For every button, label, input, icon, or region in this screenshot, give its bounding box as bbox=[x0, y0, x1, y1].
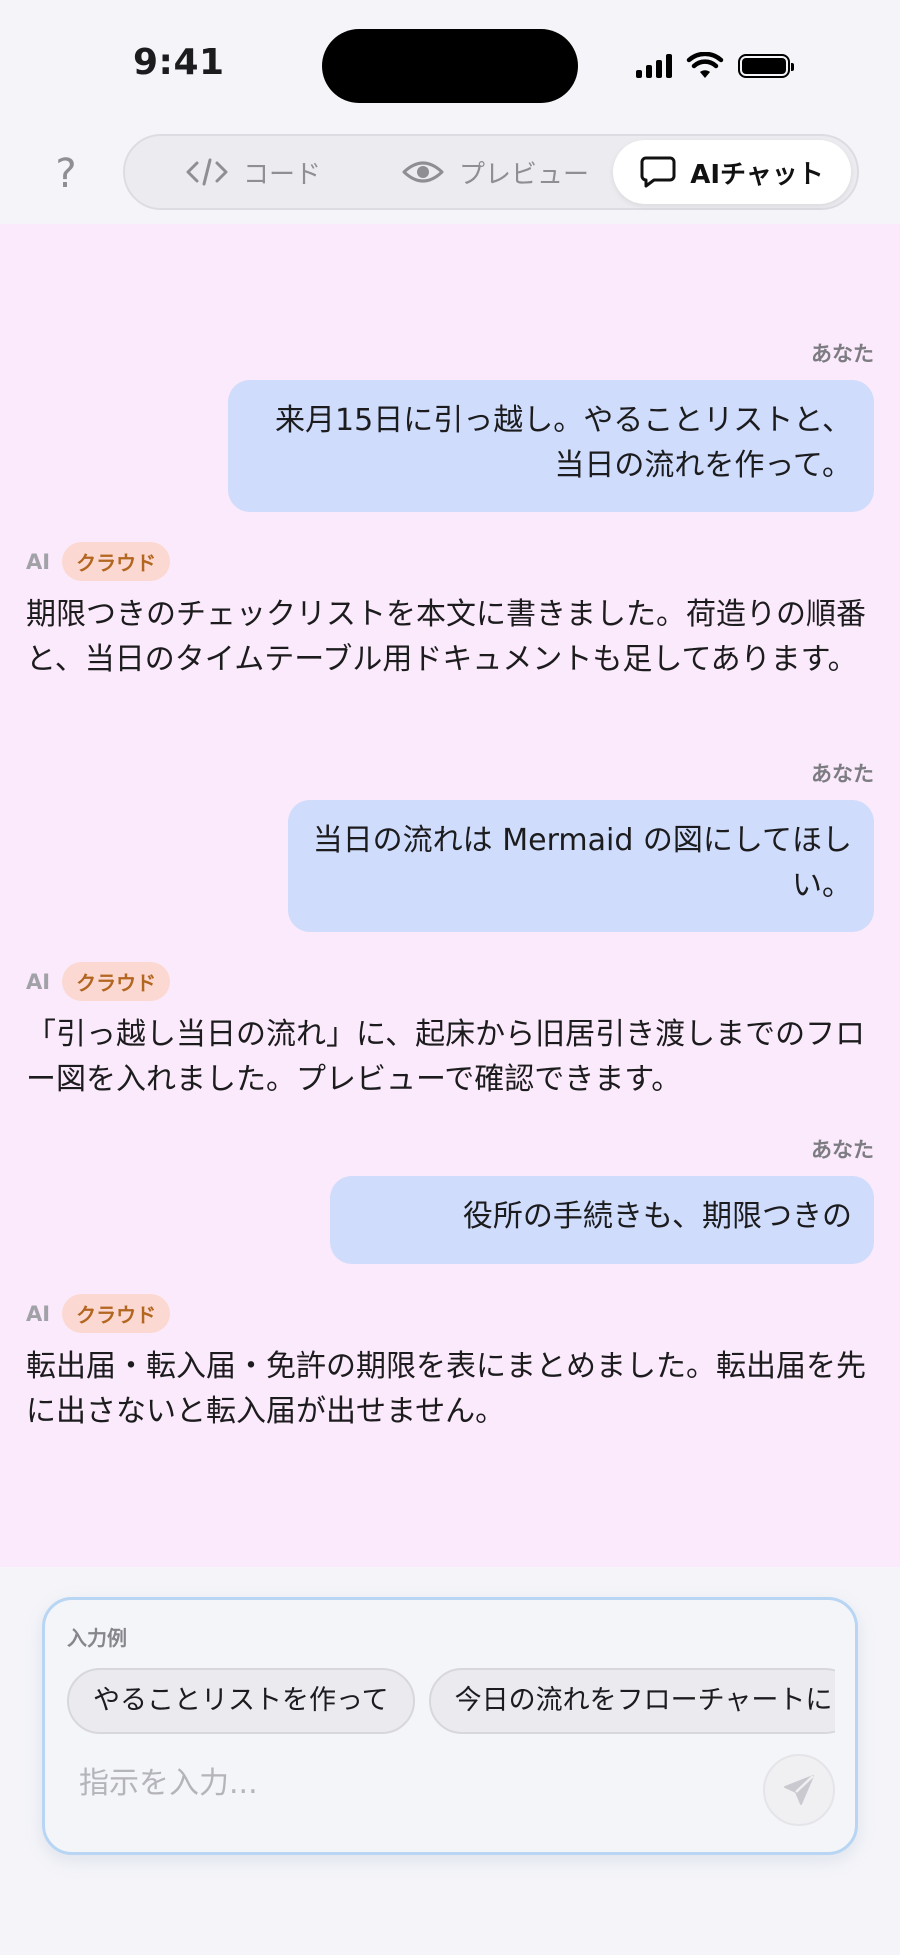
help-button[interactable]: ? bbox=[46, 146, 86, 202]
ai-message: 期限つきのチェックリストを本文に書きました。荷造りの順番と、当日のタイムテーブル… bbox=[26, 597, 866, 677]
ai-message: 「引っ越し当日の流れ」に、起床から旧居引き渡しまでのフロー図を入れました。プレビ… bbox=[26, 1017, 866, 1097]
battery-icon bbox=[738, 54, 794, 78]
tab-ai-chat-label: AIチャット bbox=[690, 159, 824, 190]
user-label: あなた bbox=[811, 762, 874, 786]
composer-area: 入力例 やることリストを作って 今日の流れをフローチャートに bbox=[0, 1567, 900, 1955]
send-icon bbox=[784, 1775, 814, 1805]
ai-message-header: AI クラウド bbox=[26, 962, 171, 1001]
example-chip[interactable]: やることリストを作って bbox=[67, 1668, 415, 1734]
ai-message-header: AI クラウド bbox=[26, 1294, 171, 1333]
user-message: 来月15日に引っ越し。やることリストと、当日の流れを作って。 bbox=[228, 380, 874, 512]
tab-ai-chat[interactable]: AIチャット bbox=[613, 140, 851, 204]
ai-message: 転出届・転入届・免許の期限を表にまとめました。転出届を先に出さないと転入届が出せ… bbox=[26, 1349, 866, 1429]
cloud-badge: クラウド bbox=[62, 1294, 171, 1333]
composer: 入力例 やることリストを作って 今日の流れをフローチャートに bbox=[42, 1597, 858, 1855]
wifi-icon bbox=[686, 52, 724, 78]
user-message: 当日の流れは Mermaid の図にしてほしい。 bbox=[288, 800, 874, 932]
tab-code-label: コード bbox=[243, 159, 322, 190]
tab-preview[interactable]: プレビュー bbox=[401, 140, 589, 204]
tab-code[interactable]: コード bbox=[185, 140, 321, 204]
ai-message-header: AI クラウド bbox=[26, 542, 171, 581]
cloud-badge: クラウド bbox=[62, 962, 171, 1001]
tab-preview-label: プレビュー bbox=[459, 159, 590, 190]
example-chips: やることリストを作って 今日の流れをフローチャートに bbox=[67, 1668, 835, 1736]
cellular-signal-icon bbox=[636, 54, 672, 78]
cloud-badge: クラウド bbox=[62, 542, 171, 581]
user-label: あなた bbox=[811, 1138, 874, 1162]
status-icons bbox=[636, 48, 794, 84]
status-bar: 9:41 bbox=[0, 0, 900, 130]
view-switcher: コード プレビュー AIチャット bbox=[123, 134, 859, 210]
chat-area: あなた 来月15日に引っ越し。やることリストと、当日の流れを作って。 AI クラ… bbox=[0, 224, 900, 1567]
instruction-input[interactable] bbox=[77, 1752, 761, 1814]
code-icon bbox=[186, 158, 228, 186]
examples-label: 入力例 bbox=[67, 1626, 127, 1650]
top-bar: ? コード プレビュー AIチャット bbox=[0, 130, 900, 224]
example-chip[interactable]: 今日の流れをフローチャートに bbox=[428, 1668, 835, 1734]
status-time: 9:41 bbox=[133, 42, 225, 83]
ai-tag: AI bbox=[26, 549, 51, 574]
ai-tag: AI bbox=[26, 969, 51, 994]
chat-bubble-icon bbox=[640, 156, 676, 188]
eye-icon bbox=[402, 161, 444, 183]
ai-tag: AI bbox=[26, 1301, 51, 1326]
dynamic-island bbox=[322, 29, 578, 103]
user-message: 役所の手続きも、期限つきの bbox=[330, 1176, 874, 1264]
user-label: あなた bbox=[811, 342, 874, 366]
send-button[interactable] bbox=[763, 1754, 835, 1826]
